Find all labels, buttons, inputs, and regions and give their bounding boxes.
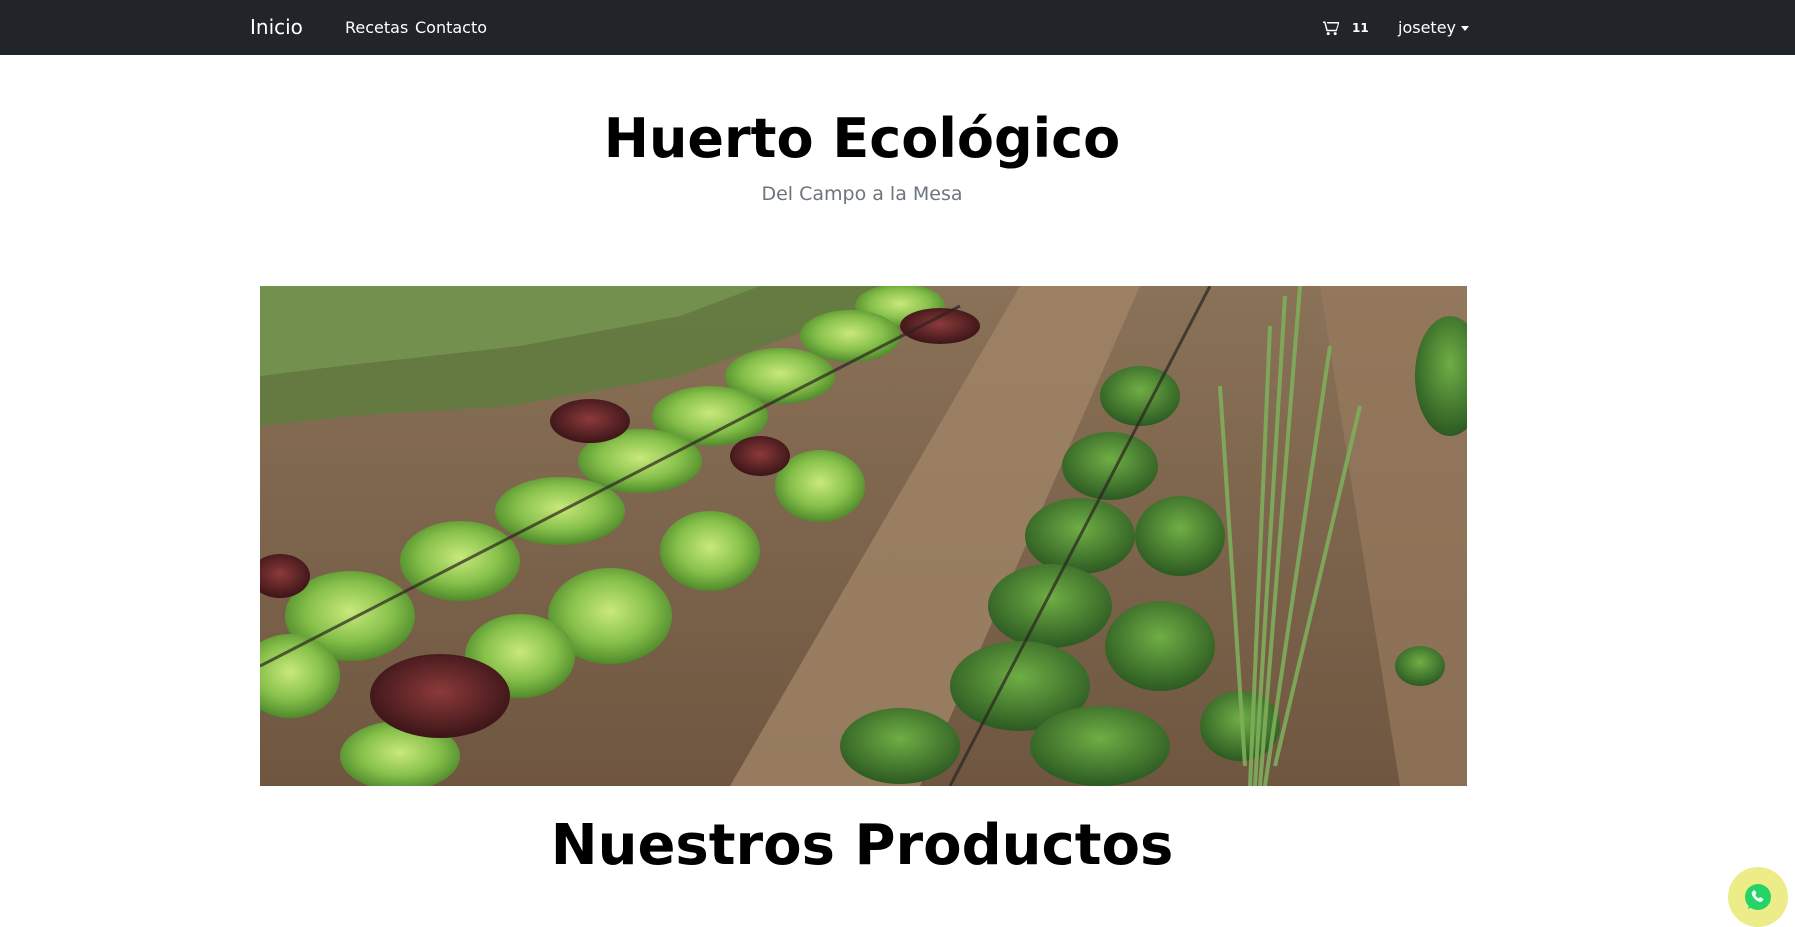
cart-count-badge: 11 <box>1352 21 1369 35</box>
user-name: josetey <box>1398 18 1456 37</box>
top-navbar: Inicio Recetas Contacto 11 josetey <box>0 0 1795 55</box>
brand-home-link[interactable]: Inicio <box>250 15 303 39</box>
whatsapp-button[interactable] <box>1728 867 1788 927</box>
garden-hero-image <box>260 286 1467 786</box>
cart-button[interactable]: 11 <box>1323 17 1369 39</box>
nav-link-recetas[interactable]: Recetas <box>345 18 408 38</box>
nav-link-contacto[interactable]: Contacto <box>415 18 487 38</box>
whatsapp-icon <box>1745 884 1771 910</box>
user-dropdown-toggle[interactable]: josetey <box>1398 18 1469 38</box>
page-subtitle: Del Campo a la Mesa <box>761 183 963 205</box>
cart-icon <box>1323 21 1339 36</box>
products-section-title: Nuestros Productos <box>550 813 1174 878</box>
caret-down-icon <box>1461 25 1469 31</box>
page-title: Huerto Ecológico <box>603 107 1121 170</box>
